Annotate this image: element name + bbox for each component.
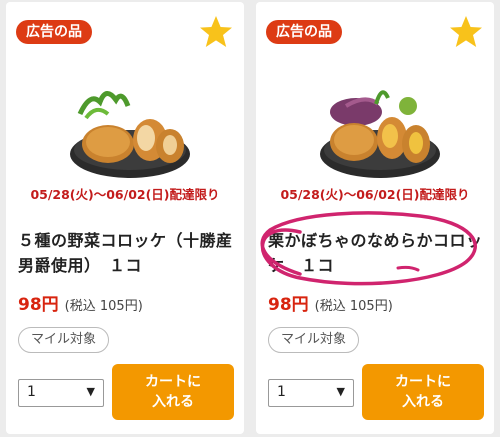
price: 98円 bbox=[18, 295, 59, 315]
cart-button-label-line1: カートに bbox=[395, 374, 451, 390]
star-icon[interactable] bbox=[448, 14, 484, 50]
cart-button-label-line2: 入れる bbox=[402, 394, 444, 410]
dropdown-arrow-icon: ▼ bbox=[86, 385, 95, 398]
mile-eligible-tag: マイル対象 bbox=[268, 327, 360, 353]
mile-eligible-tag: マイル対象 bbox=[18, 327, 110, 353]
delivery-period: 05/28(火)～06/02(日)配達限り bbox=[280, 187, 470, 202]
price-tax-included: (税込 105円) bbox=[314, 299, 393, 314]
add-to-cart-button[interactable]: カートに 入れる bbox=[362, 364, 484, 420]
add-to-cart-button[interactable]: カートに 入れる bbox=[112, 364, 234, 420]
product-card: 広告の品 05/28(火)～06/02(日)配達限り ５種の野菜コロッケ（十勝産… bbox=[6, 2, 244, 434]
price-row: 98円 (税込 105円) bbox=[268, 290, 393, 315]
star-icon[interactable] bbox=[198, 14, 234, 50]
product-name[interactable]: 栗かぼちゃのなめらかコロッケ １コ bbox=[268, 228, 488, 278]
price-row: 98円 (税込 105円) bbox=[18, 290, 143, 315]
product-image[interactable] bbox=[316, 74, 444, 182]
cart-button-label-line2: 入れる bbox=[152, 394, 194, 410]
quantity-select[interactable]: 1 ▼ bbox=[268, 379, 354, 407]
product-name[interactable]: ５種の野菜コロッケ（十勝産男爵使用） １コ bbox=[18, 228, 238, 278]
quantity-value: 1 bbox=[27, 384, 36, 400]
price-tax-included: (税込 105円) bbox=[64, 299, 143, 314]
product-image[interactable] bbox=[66, 74, 194, 182]
price: 98円 bbox=[268, 295, 309, 315]
ad-badge: 広告の品 bbox=[266, 20, 342, 44]
product-card: 広告の品 05/28(火)～06/02(日)配達限り 栗かぼちゃのなめらかコロッ… bbox=[256, 2, 494, 434]
quantity-select[interactable]: 1 ▼ bbox=[18, 379, 104, 407]
cart-button-label-line1: カートに bbox=[145, 374, 201, 390]
ad-badge: 広告の品 bbox=[16, 20, 92, 44]
quantity-value: 1 bbox=[277, 384, 286, 400]
delivery-period: 05/28(火)～06/02(日)配達限り bbox=[30, 187, 220, 202]
dropdown-arrow-icon: ▼ bbox=[336, 385, 345, 398]
